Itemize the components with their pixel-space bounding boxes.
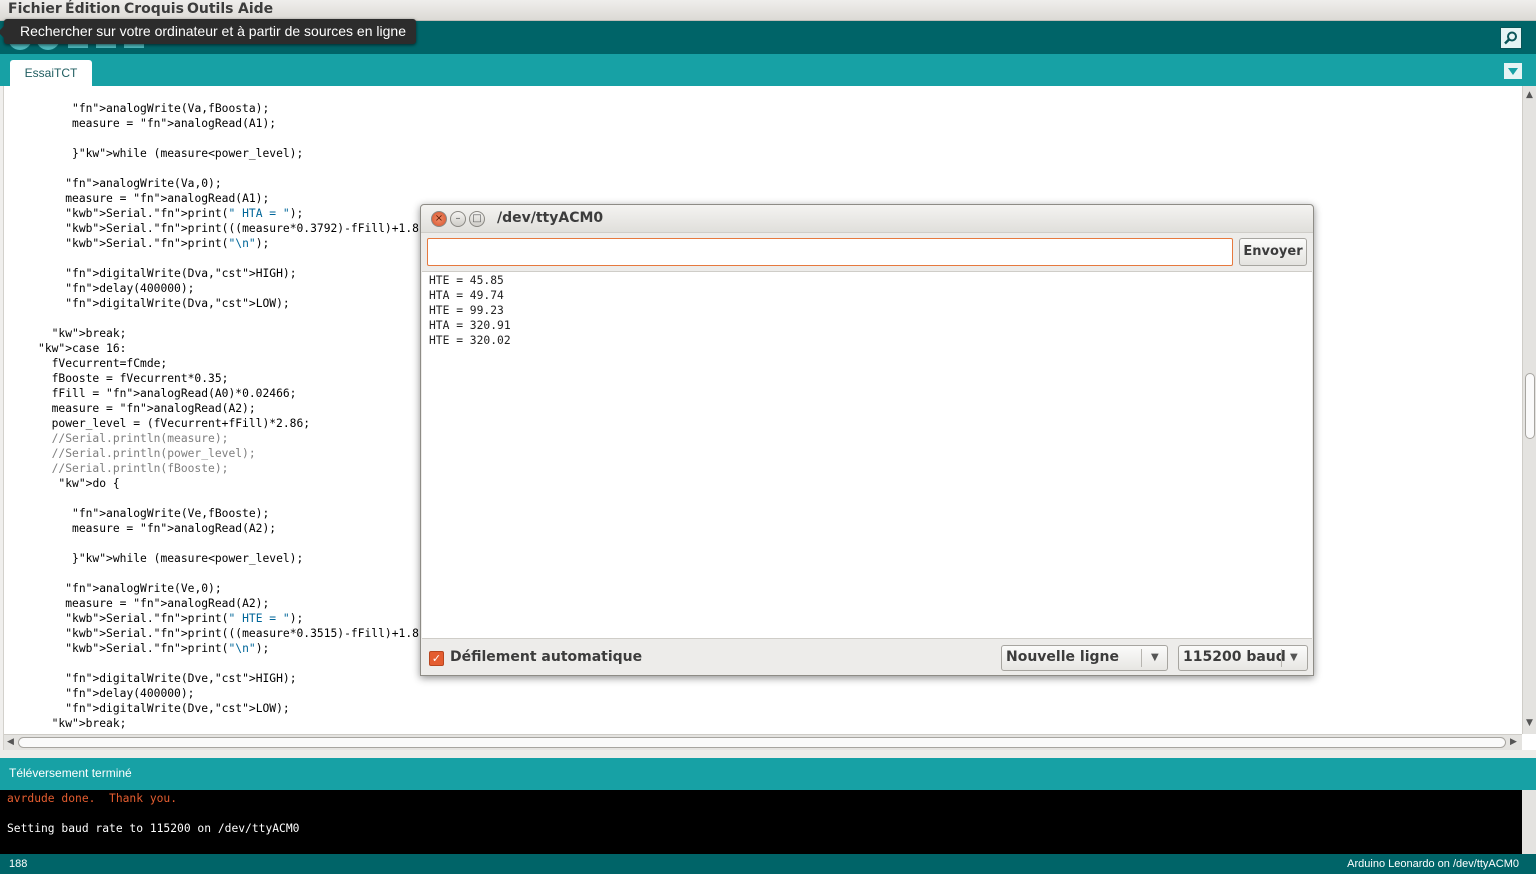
code-line: "fn">digitalWrite(Dve,"cst">HIGH); xyxy=(65,672,297,685)
vertical-scroll-thumb[interactable] xyxy=(1525,373,1535,439)
tab-bar: EssaiTCT xyxy=(0,54,1536,86)
horizontal-scroll-thumb[interactable] xyxy=(18,737,1506,748)
chevron-down-icon: ▼ xyxy=(1151,652,1159,663)
code-line: "fn">delay(400000); xyxy=(65,687,195,700)
code-line: "fn">analogWrite(Ve,0); xyxy=(65,582,222,595)
code-line: "fn">analogWrite(Ve,fBooste); xyxy=(72,507,270,520)
autoscroll-checkbox[interactable]: ✓ xyxy=(429,651,444,666)
code-line: "fn">analogWrite(Va,fBoosta); xyxy=(72,102,270,115)
code-line: fVecurrent=fCmde; xyxy=(4,357,168,370)
code-line: "fn">digitalWrite(Dva,"cst">LOW); xyxy=(65,297,290,310)
code-line: //Serial.println(fBooste); xyxy=(51,462,229,475)
line-ending-value: Nouvelle ligne xyxy=(1006,649,1119,665)
code-line: "fn">analogWrite(Va,0); xyxy=(65,177,222,190)
code-line: "kwb">Serial."fn">print(" HTA = "); xyxy=(65,207,304,220)
code-line: "fn">delay(400000); xyxy=(65,282,195,295)
code-line: "kwb">Serial."fn">print("\n"); xyxy=(65,642,270,655)
code-line: "fn">digitalWrite(Dva,"cst">HIGH); xyxy=(65,267,297,280)
code-line: measure = "fn">analogRead(A1); xyxy=(4,117,277,130)
menu-outils[interactable]: Outils xyxy=(187,1,234,17)
editor-vertical-scrollbar[interactable]: ▲ ▼ xyxy=(1522,86,1536,734)
code-line: measure = "fn">analogRead(A2); xyxy=(4,402,256,415)
baud-rate-value: 115200 baud xyxy=(1183,649,1286,665)
code-line: "fn">digitalWrite(Dve,"cst">LOW); xyxy=(65,702,290,715)
code-line: measure = "fn">analogRead(A1); xyxy=(4,192,270,205)
output-line: HTA = 320.91 xyxy=(429,319,511,332)
code-line: measure = "fn">analogRead(A2); xyxy=(4,597,270,610)
maximize-icon[interactable]: □ xyxy=(469,211,485,227)
output-line: HTE = 45.85 xyxy=(429,274,504,287)
code-line: "kw">case 16: xyxy=(38,342,127,355)
scroll-down-icon[interactable]: ▼ xyxy=(1526,718,1533,728)
tab-menu-button[interactable] xyxy=(1504,63,1522,79)
code-line: fFill = "fn">analogRead(A0)*0.02466; xyxy=(4,387,297,400)
chevron-down-icon: ▼ xyxy=(1290,652,1298,663)
line-number: 188 xyxy=(9,858,28,870)
window-title: /dev/ttyACM0 xyxy=(497,210,604,226)
baud-rate-select[interactable]: 115200 baud ▼ xyxy=(1178,645,1308,671)
code-line: }"kw">while (measure<power_level); xyxy=(4,147,304,160)
status-message: Téléversement terminé xyxy=(9,766,132,780)
code-line: //Serial.println(power_level); xyxy=(51,447,256,460)
code-line: "kw">break; xyxy=(51,717,127,730)
code-line: }"kw">while (measure<power_level); xyxy=(4,552,304,565)
code-line: fBooste = fVecurrent*0.35; xyxy=(4,372,229,385)
menu-edition[interactable]: Édition xyxy=(65,1,120,17)
code-line: "kwb">Serial."fn">print(((measure*0.3792… xyxy=(65,222,433,235)
code-line: "kwb">Serial."fn">print(" HTE = "); xyxy=(65,612,304,625)
menu-croquis[interactable]: Croquis xyxy=(124,1,184,17)
minimize-icon[interactable]: – xyxy=(450,211,466,227)
output-line: HTE = 99.23 xyxy=(429,304,504,317)
console-line: avrdude done. Thank you. xyxy=(7,792,178,805)
code-line: measure = "fn">analogRead(A2); xyxy=(4,522,277,535)
footer-bar: 188 Arduino Leonardo on /dev/ttyACM0 xyxy=(0,854,1536,874)
serial-input[interactable] xyxy=(427,238,1233,266)
combo-separator xyxy=(1141,649,1142,667)
code-line: "kw">do { xyxy=(58,477,120,490)
tab-essaitct[interactable]: EssaiTCT xyxy=(10,60,92,86)
code-line: power_level = (fVecurrent+fFill)*2.86; xyxy=(4,417,311,430)
console-scrollbar[interactable] xyxy=(1522,790,1536,854)
output-line: HTA = 49.74 xyxy=(429,289,504,302)
scroll-up-icon[interactable]: ▲ xyxy=(1526,90,1533,100)
menu-fichier[interactable]: Fichier xyxy=(8,1,62,17)
serial-monitor-window: × – □ /dev/ttyACM0 Envoyer HTE = 45.85 H… xyxy=(420,204,1314,676)
close-icon[interactable]: × xyxy=(431,211,447,227)
magnifier-icon xyxy=(1504,31,1517,45)
tooltip: Rechercher sur votre ordinateur et à par… xyxy=(0,19,416,44)
triangle-down-icon xyxy=(1508,67,1518,75)
board-info: Arduino Leonardo on /dev/ttyACM0 xyxy=(1347,858,1519,870)
menu-bar: Fichier Édition Croquis Outils Aide xyxy=(0,0,1536,21)
editor-horizontal-scrollbar[interactable]: ◀ ▶ xyxy=(4,734,1522,750)
code-line: "kwb">Serial."fn">print(((measure*0.3515… xyxy=(65,627,433,640)
code-line: //Serial.println(measure); xyxy=(51,432,229,445)
console-output: avrdude done. Thank you. Setting baud ra… xyxy=(0,790,1522,854)
console-line: Setting baud rate to 115200 on /dev/ttyA… xyxy=(7,822,300,835)
line-ending-select[interactable]: Nouvelle ligne ▼ xyxy=(1001,645,1168,671)
scroll-right-icon[interactable]: ▶ xyxy=(1510,737,1517,747)
autoscroll-label: Défilement automatique xyxy=(450,649,643,665)
menu-aide[interactable]: Aide xyxy=(238,1,273,17)
window-titlebar[interactable]: × – □ /dev/ttyACM0 xyxy=(421,205,1313,233)
send-button[interactable]: Envoyer xyxy=(1239,238,1307,266)
status-bar: Téléversement terminé xyxy=(0,758,1536,790)
output-line: HTE = 320.02 xyxy=(429,334,511,347)
serial-monitor-button[interactable] xyxy=(1500,27,1522,49)
serial-output: HTE = 45.85 HTA = 49.74 HTE = 99.23 HTA … xyxy=(422,271,1312,639)
code-line: "kw">break; xyxy=(51,327,127,340)
scroll-left-icon[interactable]: ◀ xyxy=(7,737,14,747)
panel-divider[interactable] xyxy=(0,750,1536,758)
code-line: "kwb">Serial."fn">print("\n"); xyxy=(65,237,270,250)
combo-separator xyxy=(1281,649,1282,667)
